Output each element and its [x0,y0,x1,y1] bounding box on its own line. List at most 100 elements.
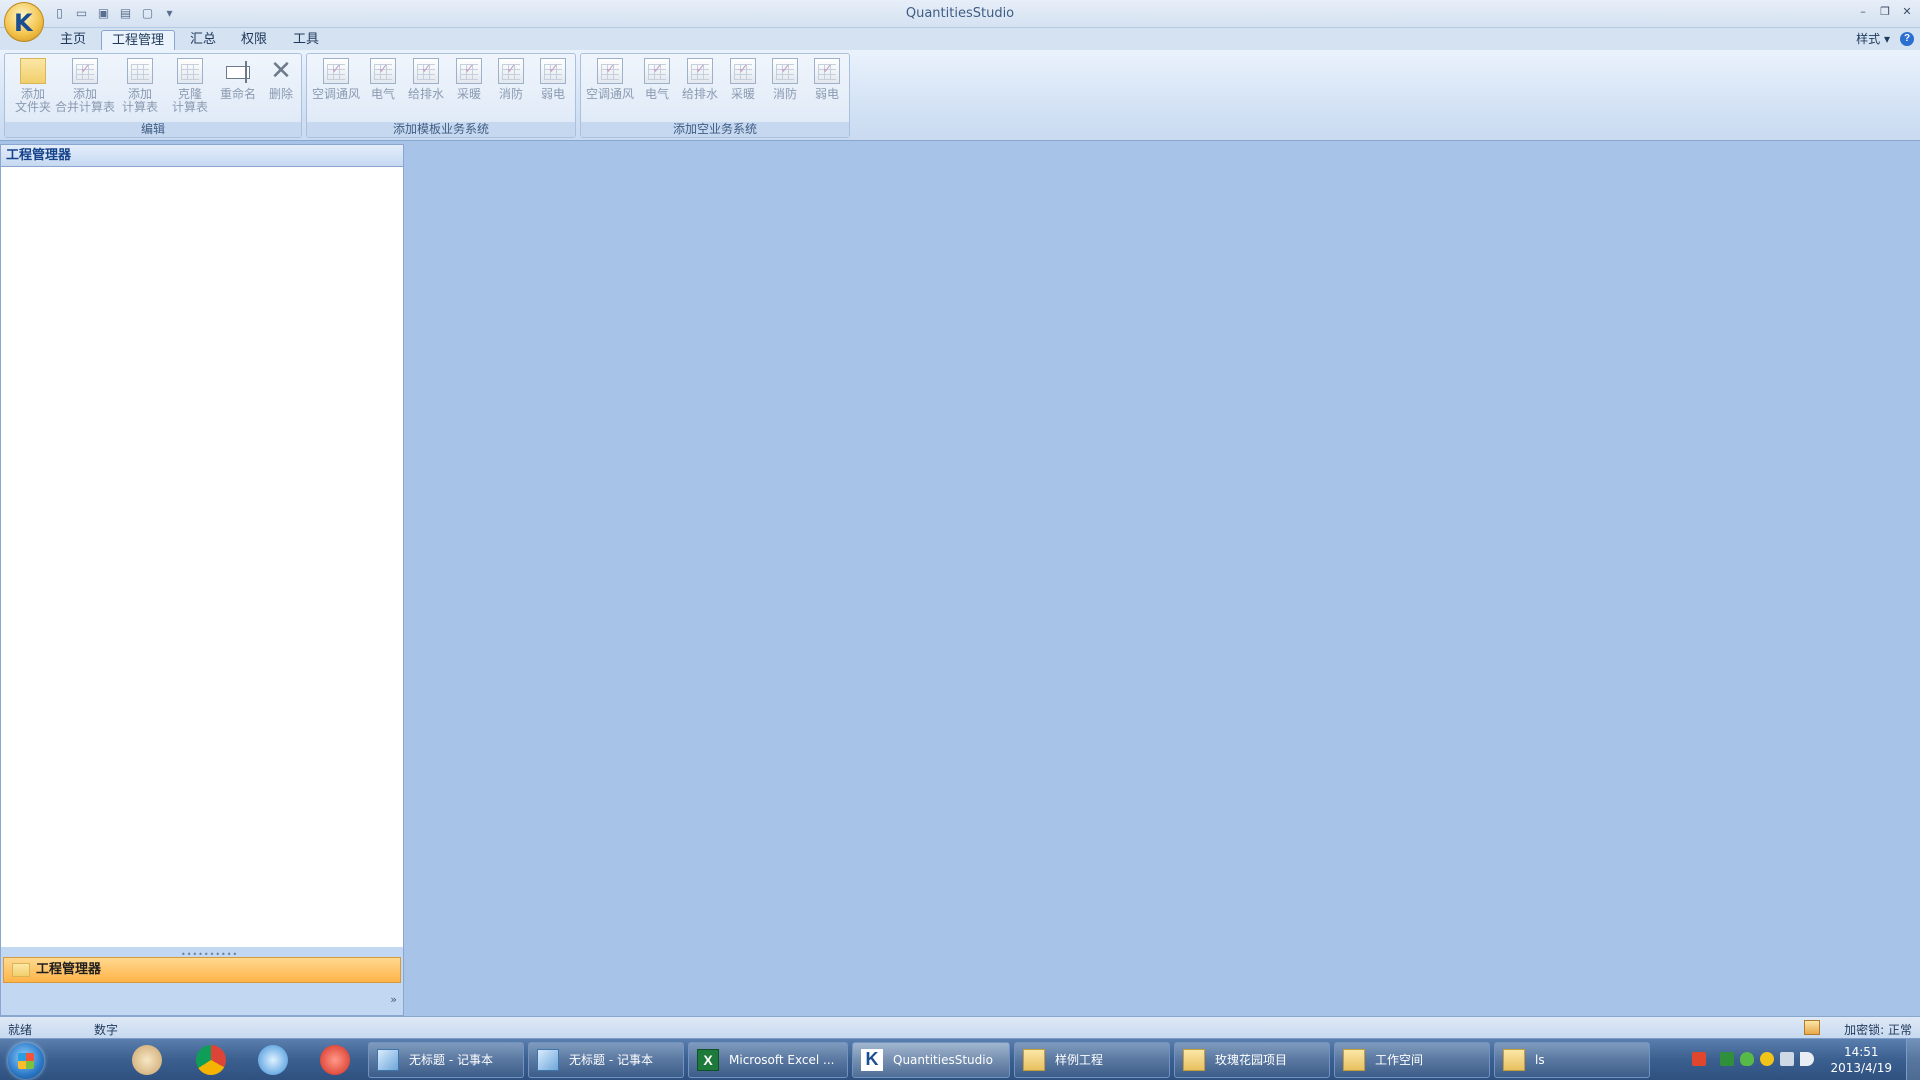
tab-tools[interactable]: 工具 [283,30,329,51]
excel-icon: X [697,1049,719,1071]
taskbar-item-quantitiesstudio[interactable]: K QuantitiesStudio [852,1042,1010,1078]
network-app-icon[interactable] [1720,1052,1734,1066]
notepad-icon [537,1049,559,1071]
help-icon[interactable]: ? [1900,32,1914,46]
chrome-icon[interactable] [196,1045,226,1075]
volume-icon[interactable] [1800,1052,1814,1066]
close-button[interactable]: ✕ [1898,3,1916,19]
template-low-voltage-button[interactable]: 弱电 [533,58,573,101]
clock-date: 2013/4/19 [1830,1061,1892,1075]
style-menu[interactable]: 样式 ▾ [1856,30,1890,47]
fire-protection-icon [498,58,524,84]
template-fire-button[interactable]: 消防 [491,58,531,101]
template-system-group: 空调通风 电气 给排水 采暖 消防 弱电 添加模板业务系统 [306,53,576,138]
security-shield-icon[interactable] [1740,1052,1754,1066]
system-tray: 14:51 2013/4/19 [1680,1039,1920,1080]
restore-button[interactable]: ❐ [1876,3,1894,19]
taskbar-item-folder-rose[interactable]: 玫瑰花园项目 [1174,1042,1330,1078]
hvac-icon [597,58,623,84]
main-workspace [406,144,1920,1016]
low-voltage-icon [814,58,840,84]
empty-hvac-button[interactable]: 空调通风 [583,58,637,101]
tab-home[interactable]: 主页 [50,30,96,51]
template-heating-button[interactable]: 采暖 [449,58,489,101]
empty-electrical-button[interactable]: 电气 [637,58,677,101]
nav-item-label: 工程管理器 [36,962,102,977]
template-group-label: 添加模板业务系统 [307,122,575,137]
clock[interactable]: 14:51 2013/4/19 [1830,1044,1892,1076]
empty-system-group: 空调通风 电气 给排水 采暖 消防 弱电 添加空业务系统 [580,53,850,138]
template-hvac-button[interactable]: 空调通风 [309,58,363,101]
folder-icon [1023,1049,1045,1071]
hvac-icon [323,58,349,84]
tab-project-management[interactable]: 工程管理 [101,30,176,51]
fire-protection-icon [772,58,798,84]
add-folder-button[interactable]: 添加 文件夹 [11,58,55,114]
rename-icon [225,58,251,84]
folder-icon [12,963,30,977]
network-icon[interactable] [1780,1052,1794,1066]
ime-icon[interactable] [1692,1052,1706,1066]
plumbing-icon [413,58,439,84]
taskbar: 无标题 - 记事本 无标题 - 记事本 X Microsoft Excel ...… [0,1038,1920,1080]
empty-group-label: 添加空业务系统 [581,122,849,137]
quantitiesstudio-icon: K [861,1049,883,1071]
project-manager-panel: 工程管理器 •••••••••• 工程管理器 » [0,144,404,1016]
folder-icon [1183,1049,1205,1071]
rename-button[interactable]: 重命名 [215,58,261,101]
nav-item-project-manager[interactable]: 工程管理器 [3,957,401,983]
show-desktop-button[interactable] [1906,1039,1920,1080]
empty-heating-button[interactable]: 采暖 [723,58,763,101]
bird-app-icon[interactable] [258,1045,288,1075]
status-ready: 就绪 [8,1023,33,1037]
update-icon[interactable] [1760,1052,1774,1066]
red-app-icon[interactable] [320,1045,350,1075]
start-button[interactable] [8,1043,44,1079]
edit-group: 添加 文件夹 添加 合并计算表 添加 计算表 克隆 计算表 重命名 ✕ 删除 编… [4,53,302,138]
taskbar-item-folder-ls[interactable]: ls [1494,1042,1650,1078]
chevron-down-icon: ▾ [1883,32,1890,46]
electrical-icon [644,58,670,84]
status-lock: 加密锁: 正常 [1844,1023,1912,1037]
minimize-button[interactable]: – [1854,3,1872,19]
edit-group-label: 编辑 [5,122,301,137]
taskbar-item-folder-workspace[interactable]: 工作空间 [1334,1042,1490,1078]
empty-low-voltage-button[interactable]: 弱电 [807,58,847,101]
empty-fire-button[interactable]: 消防 [765,58,805,101]
delete-button[interactable]: ✕ 删除 [263,58,299,101]
folder-icon [20,58,46,84]
paint-app-icon[interactable] [132,1045,162,1075]
taskbar-item-notepad-1[interactable]: 无标题 - 记事本 [368,1042,524,1078]
heating-icon [456,58,482,84]
tab-permissions[interactable]: 权限 [231,30,277,51]
tab-summary[interactable]: 汇总 [180,30,226,51]
project-tree[interactable] [1,167,403,947]
add-merged-sheet-button[interactable]: 添加 合并计算表 [53,58,117,114]
clone-sheet-icon [177,58,203,84]
taskbar-item-notepad-2[interactable]: 无标题 - 记事本 [528,1042,684,1078]
folder-icon [1343,1049,1365,1071]
merged-sheet-icon [72,58,98,84]
status-bar: 就绪 数字 加密锁: 正常 [0,1016,1920,1038]
notepad-icon [377,1049,399,1071]
template-plumbing-button[interactable]: 给排水 [403,58,449,101]
electrical-icon [370,58,396,84]
template-electrical-button[interactable]: 电气 [363,58,403,101]
style-menu-label: 样式 [1856,32,1881,46]
status-numlock: 数字 [94,1023,119,1037]
low-voltage-icon [540,58,566,84]
clock-time: 14:51 [1843,1045,1879,1059]
empty-plumbing-button[interactable]: 给排水 [677,58,723,101]
clone-sheet-button[interactable]: 克隆 计算表 [167,58,213,114]
panel-title: 工程管理器 [1,145,403,167]
taskbar-item-excel[interactable]: X Microsoft Excel ... [688,1042,848,1078]
taskbar-item-folder-sample[interactable]: 样例工程 [1014,1042,1170,1078]
window-title: QuantitiesStudio [905,6,1015,21]
expand-chevron-icon[interactable]: » [390,993,397,1006]
ribbon: 添加 文件夹 添加 合并计算表 添加 计算表 克隆 计算表 重命名 ✕ 删除 编… [0,50,1920,141]
add-sheet-button[interactable]: 添加 计算表 [117,58,163,114]
ribbon-tab-row: 主页 工程管理 汇总 权限 工具 样式 ▾ ? [0,28,1920,51]
delete-icon: ✕ [270,56,292,86]
app-menu-button[interactable]: K [4,2,44,42]
plumbing-icon [687,58,713,84]
